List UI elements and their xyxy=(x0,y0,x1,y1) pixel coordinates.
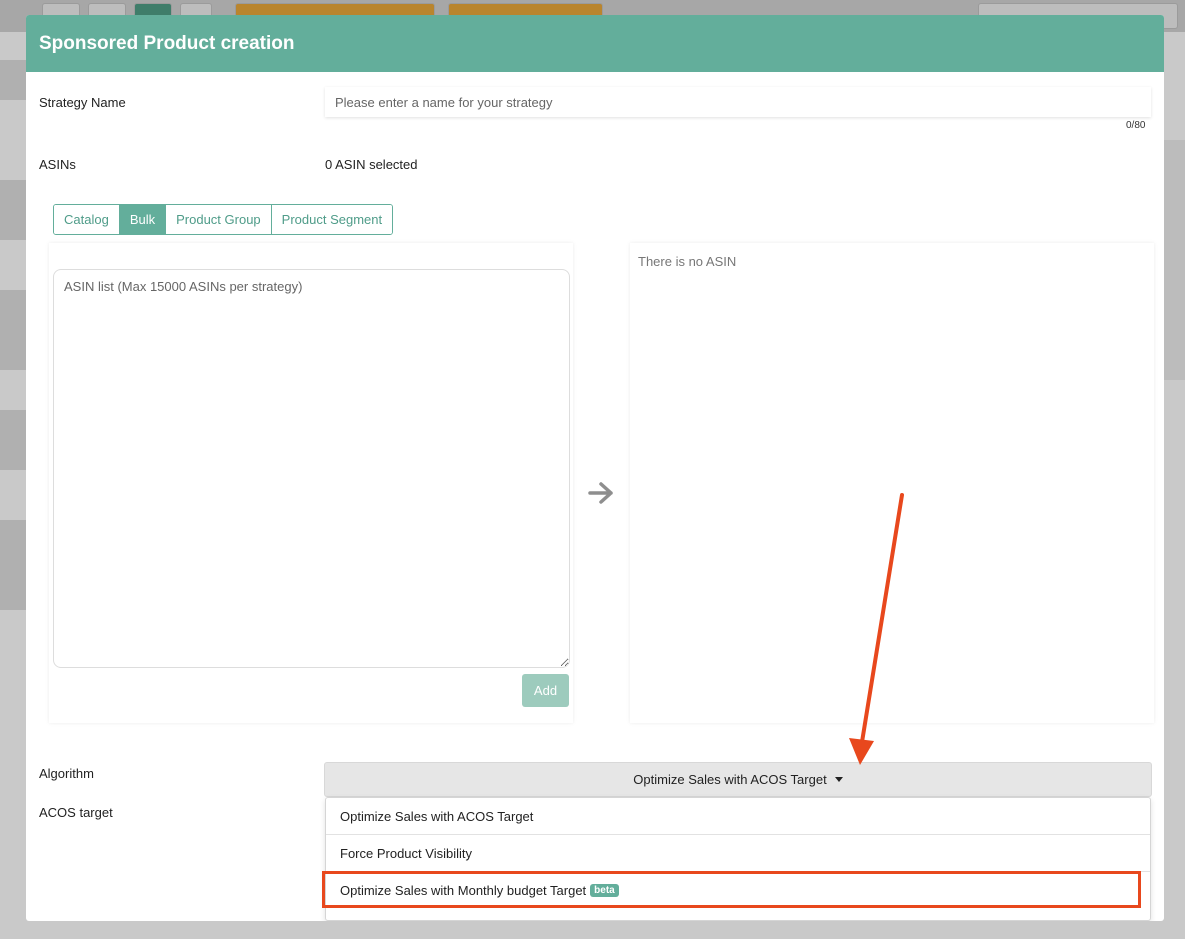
tab-product-segment[interactable]: Product Segment xyxy=(271,205,393,234)
tab-product-group[interactable]: Product Group xyxy=(166,205,272,234)
background-panel xyxy=(0,410,26,470)
algorithm-option-label: Optimize Sales with ACOS Target xyxy=(340,808,534,824)
modal-title: Sponsored Product creation xyxy=(39,32,295,54)
empty-asin-message: There is no ASIN xyxy=(638,254,737,269)
algorithm-option-label: Force Product Visibility xyxy=(340,845,472,861)
modal-header: Sponsored Product creation xyxy=(26,15,1164,72)
asin-source-tabs: Catalog Bulk Product Group Product Segme… xyxy=(53,204,394,235)
algorithm-label: Algorithm xyxy=(39,766,94,781)
algorithm-selected-value: Optimize Sales with ACOS Target xyxy=(633,772,827,787)
arrow-right-icon xyxy=(588,482,613,504)
background-panel xyxy=(0,290,26,370)
asins-label: ASINs xyxy=(39,157,76,172)
annotation-highlight-box xyxy=(322,871,1141,908)
strategy-name-input[interactable] xyxy=(325,87,1151,117)
asin-list-textarea[interactable] xyxy=(53,269,570,668)
strategy-name-label: Strategy Name xyxy=(39,95,126,110)
tab-catalog[interactable]: Catalog xyxy=(54,205,120,234)
algorithm-option[interactable]: Force Product Visibility xyxy=(326,835,1150,872)
add-button[interactable]: Add xyxy=(522,674,569,707)
strategy-name-counter: 0/80 xyxy=(1126,120,1146,131)
selected-asin-panel: There is no ASIN xyxy=(630,243,1154,723)
caret-down-icon xyxy=(834,777,843,782)
asin-selected-count: 0 ASIN selected xyxy=(325,157,418,172)
background-panel xyxy=(1164,140,1185,380)
background-panel xyxy=(0,520,26,610)
tab-bulk[interactable]: Bulk xyxy=(119,205,167,234)
sponsored-product-modal: Sponsored Product creation Strategy Name… xyxy=(26,15,1164,921)
bulk-input-panel: Add xyxy=(49,243,573,723)
algorithm-option[interactable]: Optimize Sales with ACOS Target xyxy=(326,798,1150,835)
background-panel xyxy=(0,60,26,100)
background-panel xyxy=(0,180,26,240)
acos-target-label: ACOS target xyxy=(39,805,113,820)
algorithm-select[interactable]: Optimize Sales with ACOS Target xyxy=(324,762,1152,797)
